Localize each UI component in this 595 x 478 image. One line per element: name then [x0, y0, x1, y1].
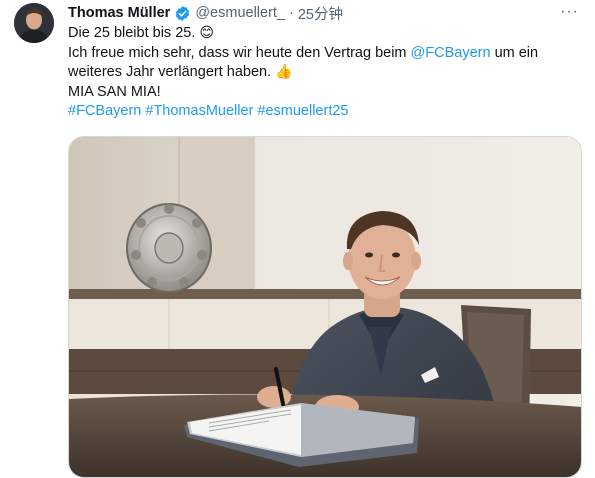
- thumbs-up-emoji-icon: 👍: [275, 64, 293, 81]
- tweet-line-text: MIA SAN MIA!: [68, 83, 161, 100]
- tweet-header: Thomas Müller @esmuellert_ · 25分钟: [68, 3, 343, 24]
- author-handle[interactable]: @esmuellert_: [195, 5, 285, 21]
- tweet-line: weiteres Jahr verlängert haben. 👍: [68, 63, 578, 83]
- mention-link[interactable]: @FCBayern: [411, 45, 491, 61]
- tweet-line-text: um ein: [490, 44, 539, 61]
- avatar[interactable]: [14, 3, 54, 43]
- hashtag-link[interactable]: #esmuellert25: [257, 103, 348, 119]
- tweet-line-text: weiteres Jahr verlängert haben.: [68, 64, 276, 81]
- tweet-timestamp[interactable]: 25分钟: [298, 3, 343, 24]
- hashtag-line: #FCBayern #ThomasMueller #esmuellert25: [68, 102, 578, 122]
- tweet-line: Die 25 bleibt bis 25. 😊: [68, 24, 578, 44]
- avatar-image: [14, 3, 54, 43]
- tweet-line-text: Ich freue mich sehr, dass wir heute den …: [68, 44, 411, 61]
- tweet-line-text: Die 25 bleibt bis 25.: [68, 25, 196, 41]
- contract-signing-photo: [69, 137, 581, 477]
- separator-dot: ·: [289, 5, 294, 21]
- hashtag-link[interactable]: #ThomasMueller: [145, 103, 253, 119]
- more-options-icon[interactable]: ···: [560, 3, 579, 21]
- tweet-line: Ich freue mich sehr, dass wir heute den …: [68, 44, 578, 64]
- author-name[interactable]: Thomas Müller: [68, 5, 170, 21]
- hashtag-link[interactable]: #FCBayern: [68, 103, 141, 119]
- tweet-text: Die 25 bleibt bis 25. 😊 Ich freue mich s…: [68, 24, 578, 122]
- smile-emoji-icon: 😊: [199, 25, 214, 41]
- tweet-photo[interactable]: [68, 136, 582, 478]
- verified-badge-icon: [174, 5, 191, 22]
- tweet-line: MIA SAN MIA!: [68, 83, 578, 103]
